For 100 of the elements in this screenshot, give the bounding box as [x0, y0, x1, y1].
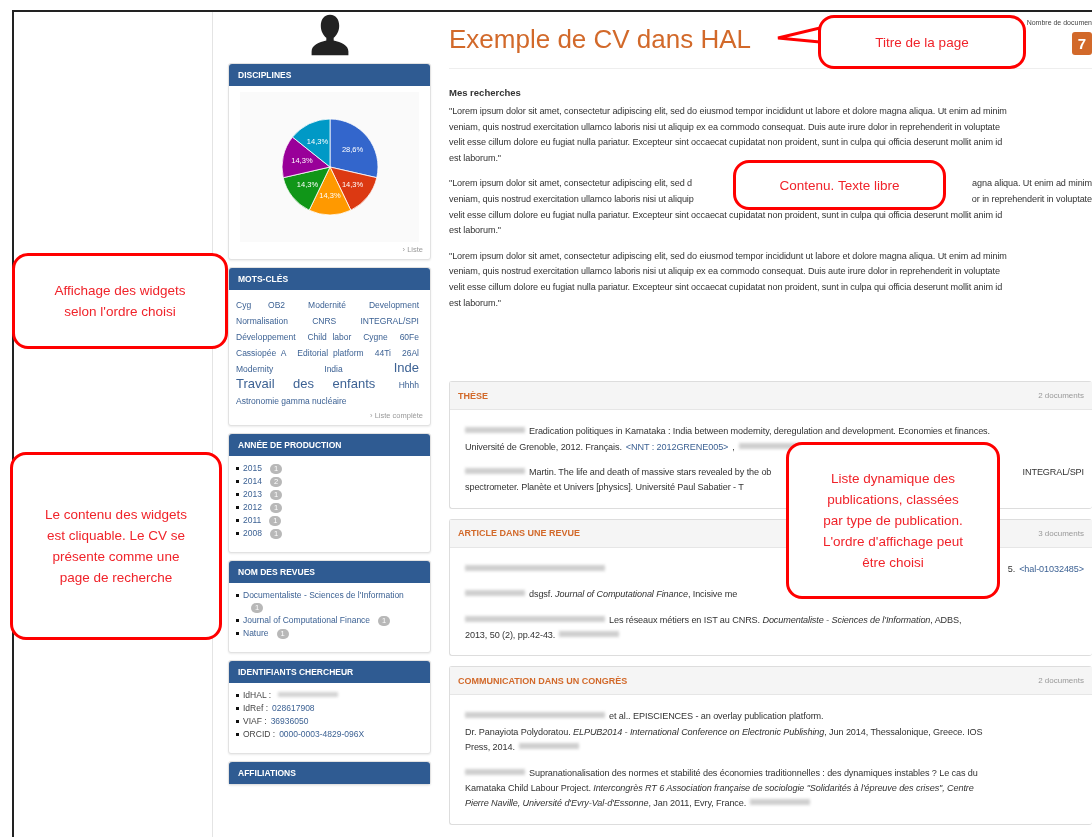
annotation-callout: Affichage des widgets selon l'ordre choisi [12, 253, 228, 349]
keyword-link[interactable]: Modernity [236, 364, 274, 374]
citation-text: , [732, 440, 735, 454]
citation-text: spectrometer. Planète et Univers [physics]. Université Paul Sabatier - T [465, 481, 744, 495]
citation-text: veniam, quis nostrud exercitation ullamco laboris nisi ut aliquip [449, 192, 694, 206]
keyword-link[interactable]: Inde [393, 360, 419, 375]
callout-pointer [776, 25, 820, 45]
facet-link[interactable]: 2011 [243, 515, 262, 525]
keyword-link[interactable]: Hhhh [398, 380, 419, 390]
pie-slice [329, 118, 378, 179]
citation-text: INTEGRAL/SPI [1022, 465, 1084, 479]
keyword-link[interactable]: Modernité [308, 300, 346, 310]
blurred-text [518, 743, 579, 750]
blurred-text [750, 799, 811, 806]
keyword-link[interactable]: Normalisation [236, 316, 288, 326]
bullet-icon [236, 594, 239, 597]
widget-header: NOM DES REVUES [229, 561, 430, 583]
keyword-link[interactable]: 26Al [402, 348, 419, 358]
citation-text: "Lorem ipsum dolor sit amet, consectetur adipiscing elit, sed d [449, 177, 693, 191]
blurred-text [465, 768, 525, 775]
citation-text: velit esse cillum dolore eu fugiat nulla pariatur. Excepteur sint occaecat cupidatat non proident, sunt in culpa qui officia deserunt mollit anim id [449, 136, 1003, 150]
widget-header: DISCIPLINES [229, 64, 430, 86]
bullet-icon [236, 619, 239, 622]
identifier-label: VIAF : [243, 715, 267, 727]
identifier-link[interactable]: 0000-0003-4829-096X [279, 728, 365, 740]
keyword-link[interactable]: 60Fe [399, 332, 419, 342]
keyword-link[interactable]: Développement [236, 332, 296, 342]
citation-text: Supranationalisation des normes et stabilité des économies traditionnelles : des dynamiques instables ? Le cas du [529, 766, 978, 780]
facet-link[interactable]: 2008 [243, 528, 262, 538]
citation-text: Karnataka Child Labour Project. Intercongrès RT 6 Association française de sociologie "Solidarités à l'épreuve des crises", Centre [465, 782, 974, 795]
annotation-callout: Titre de la page [818, 15, 1026, 69]
facet-link[interactable]: 2013 [243, 489, 262, 499]
citation-text: veniam, quis nostrud exercitation ullamco laboris nisi ut aliquip ex ea commodo consequat. Duis aute irure dolor in reprehenderit in voluptate [449, 265, 1000, 279]
citation-text: or in reprehenderit in voluptate [971, 192, 1092, 206]
facet-link[interactable]: 2015 [243, 463, 262, 473]
bullet-icon [236, 532, 239, 535]
citation-text: Les réseaux métiers en IST au CNRS. Documentaliste - Sciences de l'Information, ADBS, [609, 613, 962, 627]
facet-link[interactable]: Nature [243, 628, 269, 638]
identifier-link[interactable]: 028617908 [272, 702, 315, 714]
keyword-link[interactable]: Cygne [363, 332, 388, 342]
bullet-icon [236, 506, 239, 509]
widget-header: MOTS-CLÉS [229, 268, 430, 290]
hal-link[interactable]: <NNT : 2012GRENE005> [625, 439, 729, 455]
citation-text: est laborum." [449, 224, 501, 238]
citation-text: Dr. Panayiota Polydoratou. ELPUB2014 - International Conference on Electronic Publishing, Jun 2014, Thessalonique, Greece. IOS [465, 725, 983, 739]
pie-slice [291, 118, 330, 168]
citation-text: Université de Grenoble, 2012. Français. [465, 440, 622, 454]
identifier-label: ORCID : [243, 728, 276, 740]
document-count: 2 documents [1038, 676, 1084, 686]
facet-link[interactable]: Documentaliste - Sciences de l'Information [243, 590, 404, 600]
keyword-link[interactable]: Child labor [307, 332, 352, 342]
keyword-link[interactable]: Astronomie gamma nucléaire [236, 396, 347, 406]
pie-slice [281, 136, 330, 179]
keyword-link[interactable]: CNRS [312, 316, 337, 326]
identifier-label: IdHAL : [243, 689, 272, 701]
bullet-icon [236, 733, 239, 736]
keyword-link[interactable]: Editorial platform [297, 348, 364, 358]
bullet-icon [236, 519, 239, 522]
bullet-icon [236, 720, 239, 723]
citation-text: Eradication politiques in Karnataka : India between modernity, deregulation and development. Economies et finances. [529, 425, 990, 439]
annotation-callout: Contenu. Texte libre [733, 160, 946, 210]
citation-text: et al.. EPISCIENCES - an overlay publication platform. [609, 710, 824, 724]
keyword-link[interactable]: 44Ti [374, 348, 391, 358]
citation-text: est laborum." [449, 151, 501, 165]
bullet-icon [236, 632, 239, 635]
bullet-icon [236, 467, 239, 470]
annotation-callout: Liste dynamique des publications, classées par type de publication. L'ordre d'affichage peut être choisi [786, 442, 1000, 599]
widget-header: AFFILIATIONS [229, 762, 430, 784]
keyword-link[interactable]: Cyg OB2 [236, 300, 286, 310]
citation-text: 5. [1007, 562, 1016, 576]
facet-link[interactable]: 2014 [243, 476, 262, 486]
keyword-link[interactable]: India [324, 364, 343, 374]
citation-text: veniam, quis nostrud exercitation ullamco laboris nisi ut aliquip ex ea commodo consequat. Duis aute irure dolor in reprehenderit in voluptate [449, 120, 1000, 134]
blurred-text [465, 467, 525, 474]
identifier-label: IdRef : [243, 702, 269, 714]
blurred-text [559, 630, 620, 637]
citation-text: Martin. The life and death of massive stars revealed by the ob [529, 465, 772, 479]
bullet-icon [236, 694, 239, 697]
bullet-icon [236, 707, 239, 710]
keyword-link[interactable]: INTEGRAL/SPI [360, 316, 419, 326]
keyword-link[interactable]: Development [368, 300, 419, 310]
page-title: Exemple de CV dans HAL [449, 24, 752, 55]
widget-header: IDENTIFIANTS CHERCHEUR [229, 661, 430, 683]
facet-link[interactable]: Journal of Computational Finance [243, 615, 371, 625]
bullet-icon [236, 480, 239, 483]
section-heading: Mes recherches [449, 87, 522, 98]
document-count: 2 documents [1038, 391, 1084, 401]
citation-text: velit esse cillum dolore eu fugiat nulla pariatur. Excepteur sint occaecat cupidatat non proident, sunt in culpa qui officia deserunt mollit anim id [449, 208, 1003, 222]
citation-text: "Lorem ipsum dolor sit amet, consectetur adipiscing elit, sed do eiusmod tempor incididunt ut labore et dolore magna aliqua. Ut enim ad minim [449, 105, 1007, 118]
citation-text: dsgsf. Journal of Computational Finance, Incisive me [529, 588, 738, 602]
citation-text: velit esse cillum dolore eu fugiat nulla pariatur. Excepteur sint occaecat cupidatat non proident, sunt in culpa qui officia deserunt mollit anim id [449, 280, 1003, 294]
blurred-text [465, 590, 525, 597]
keyword-link[interactable]: Cassiopée A [236, 348, 287, 358]
citation-text: agna aliqua. Ut enim ad minim [972, 177, 1092, 191]
keyword-link[interactable]: Travail des enfants [236, 376, 376, 391]
facet-link[interactable]: 2012 [243, 502, 262, 512]
hal-link[interactable]: <hal-01032485> [1019, 561, 1084, 578]
citation-text: 2013, 50 (2), pp.42-43. [465, 628, 556, 642]
identifier-link[interactable]: 36936050 [270, 715, 309, 727]
publication-type-title: COMMUNICATION DANS UN CONGRÈS [458, 675, 628, 686]
